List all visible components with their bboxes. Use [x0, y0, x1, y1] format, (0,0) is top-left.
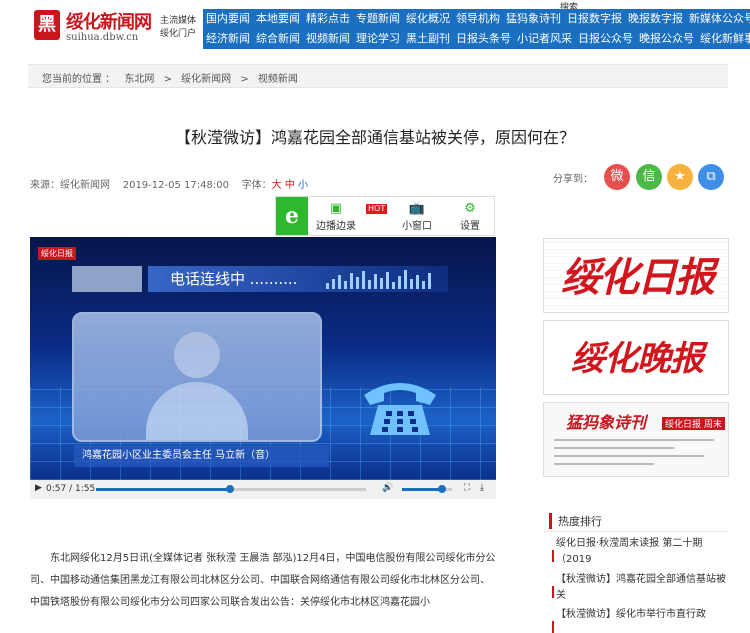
nav-link[interactable]: 黑土副刊: [403, 32, 453, 45]
hot-list-item[interactable]: 【秋滢微访】鸿嘉花园全部通信基站被关: [552, 572, 731, 604]
nav-link[interactable]: 经济新闻: [203, 32, 253, 45]
font-large-button[interactable]: 大: [272, 180, 282, 191]
wechat-icon[interactable]: 信: [636, 164, 662, 190]
ad-suihua-daily[interactable]: 绥化日报: [543, 238, 729, 313]
call-status-text: 电话连线中 ..........: [170, 270, 298, 288]
article-meta: 来源：绥化新闻网 2019-12-05 17:48:00 字体：大 中 小: [30, 176, 308, 191]
nav-link[interactable]: 领导机构: [453, 12, 503, 25]
video-player[interactable]: 绥化日报 电话连线中 .......... 鸿嘉花园小区业主委员会主任 马立新（…: [30, 237, 496, 499]
breadcrumb-bar: 您当前的位置 ： 东北网 > 绥化新闻网 > 视频新闻: [28, 64, 728, 88]
mini-window-button[interactable]: 📺 小窗口: [402, 201, 432, 232]
caller-box: [72, 266, 142, 292]
nav-link[interactable]: 绥化新鲜事儿: [697, 32, 750, 45]
nav-link[interactable]: 日报数字报: [564, 12, 625, 25]
avatar-placeholder: [72, 312, 322, 442]
speaker-caption: 鸿嘉花园小区业主委员会主任 马立新（音）: [74, 445, 329, 467]
site-slogan: 主流媒体 绥化门户: [160, 16, 197, 39]
ad-mammoth-poetry[interactable]: 猛犸象诗刊 绥化日报 周末: [543, 402, 729, 477]
article-body: 东北网绥化12月5日讯(全媒体记者 张秋滢 王晨浩 部泓)12月4日，中国电信股…: [30, 553, 496, 608]
volume-fill: [402, 488, 442, 491]
volume-slider[interactable]: [402, 485, 452, 493]
nav-link[interactable]: 晚报公众号: [636, 32, 697, 45]
record-icon: ▣: [329, 201, 343, 216]
nav-row-2: 经济新闻 综合新闻 视频新闻 理论学习 黑土副刊 日报头条号 小记者风采 日报公众号 晚报公众号…: [203, 29, 750, 49]
nav-link[interactable]: 绥化概况: [403, 12, 453, 25]
video-frame[interactable]: 绥化日报 电话连线中 .......... 鸿嘉花园小区业主委员会主任 马立新（…: [30, 237, 496, 480]
font-medium-button[interactable]: 中: [285, 180, 295, 191]
telephone-icon: [364, 383, 436, 435]
hot-list-item[interactable]: 绥化日报·秋滢周末读报 第二十期（2019: [552, 536, 731, 568]
share-label: 分享到：: [553, 174, 593, 185]
nav-link[interactable]: 小记者风采: [514, 32, 575, 45]
ad-title: 绥化晚报: [571, 339, 704, 379]
ad-title: 猛犸象诗刊: [566, 413, 647, 432]
video-watermark: 绥化日报: [38, 247, 76, 260]
hot-badge: HOT: [366, 204, 388, 214]
nav-link[interactable]: 晚报数字报: [625, 12, 686, 25]
nav-link[interactable]: 国内要闻: [203, 12, 253, 25]
nav-link[interactable]: 日报头条号: [453, 32, 514, 45]
player-toolbar: e ▣ 边播边录 HOT 📺 小窗口 ⚙ 设置: [275, 196, 495, 236]
page-title: 【秋滢微访】鸿嘉花园全部通信基站被关停，原因何在？: [174, 128, 575, 147]
fullscreen-icon[interactable]: ⛶: [464, 483, 470, 493]
nav-link[interactable]: 专题新闻: [353, 12, 403, 25]
logo-mark: 黑: [34, 10, 60, 40]
weibo-icon[interactable]: 微: [604, 164, 630, 190]
nav-row-1: 国内要闻 本地要闻 精彩点击 专题新闻 绥化概况 领导机构 猛犸象诗刊 日报数字报 晚报数字报新…: [203, 9, 750, 29]
volume-handle[interactable]: [438, 485, 446, 493]
breadcrumb-item[interactable]: 视频新闻: [258, 74, 298, 85]
nav-link[interactable]: 日报公众号: [575, 32, 636, 45]
nav-link[interactable]: 精彩点击: [303, 12, 353, 25]
article-datetime: 2019-12-05 17:48:00: [122, 180, 229, 191]
font-small-button[interactable]: 小: [298, 180, 308, 191]
nav-link[interactable]: 猛犸象诗刊: [503, 12, 564, 25]
hot-ranking-header: 热度排行: [549, 513, 602, 529]
ad-subtitle: 绥化日报 周末: [662, 417, 725, 430]
nav-link[interactable]: 综合新闻: [253, 32, 303, 45]
ad-suihua-evening[interactable]: 绥化晚报: [543, 320, 729, 395]
nav-link[interactable]: 本地要闻: [253, 12, 303, 25]
site-logo[interactable]: 黑 绥化新闻网 suihua.dbw.cn 主流媒体 绥化门户: [30, 6, 200, 46]
browser-e-icon[interactable]: e: [276, 197, 308, 235]
tv-icon: 📺: [408, 201, 426, 216]
site-name: 绥化新闻网: [66, 12, 152, 33]
breadcrumb-sep: >: [163, 74, 172, 85]
site-domain: suihua.dbw.cn: [66, 32, 139, 43]
download-icon[interactable]: ⤓: [480, 483, 484, 493]
breadcrumb-item[interactable]: 东北网: [124, 74, 154, 85]
nav-link[interactable]: 视频新闻: [303, 32, 353, 45]
progress-handle[interactable]: [225, 485, 234, 493]
volume-icon[interactable]: 🔊: [382, 483, 393, 493]
main-nav: 国内要闻 本地要闻 精彩点击 专题新闻 绥化概况 领导机构 猛犸象诗刊 日报数字报 晚报数字报新…: [203, 9, 750, 49]
video-controls: ▶ 0:57 / 1:55 🔊 ⛶ ⤓: [30, 480, 496, 499]
breadcrumb-sep: >: [240, 74, 249, 85]
font-size-label: 字体：: [241, 180, 272, 191]
settings-button[interactable]: ⚙ 设置: [460, 201, 480, 232]
breadcrumb-item[interactable]: 绥化新闻网: [181, 74, 231, 85]
article-source: 来源：绥化新闻网: [30, 180, 110, 191]
breadcrumb: 您当前的位置 ： 东北网 > 绥化新闻网 > 视频新闻: [42, 70, 304, 85]
time-display: 0:57 / 1:55: [46, 484, 96, 494]
play-icon[interactable]: ▶: [35, 483, 42, 493]
site-header: 黑 绥化新闻网 suihua.dbw.cn 主流媒体 绥化门户 搜索 国内要闻本…: [0, 0, 750, 50]
audio-bars: [326, 269, 446, 289]
progress-bar[interactable]: [96, 485, 366, 493]
progress-fill: [96, 488, 230, 491]
nav-link[interactable]: 新媒体公众号: [686, 12, 750, 25]
nav-link[interactable]: 理论学习: [353, 32, 403, 45]
copy-icon[interactable]: ⧉: [698, 164, 724, 190]
ad-title: 绥化日报: [561, 254, 715, 301]
hot-list-item[interactable]: 【秋滢微访】绥化市举行市直行政: [552, 607, 731, 633]
edge-play-button[interactable]: ▣ 边播边录: [316, 201, 356, 232]
qzone-icon[interactable]: ★: [667, 164, 693, 190]
gear-icon: ⚙: [464, 201, 476, 216]
breadcrumb-prefix: 您当前的位置 ：: [42, 74, 116, 85]
